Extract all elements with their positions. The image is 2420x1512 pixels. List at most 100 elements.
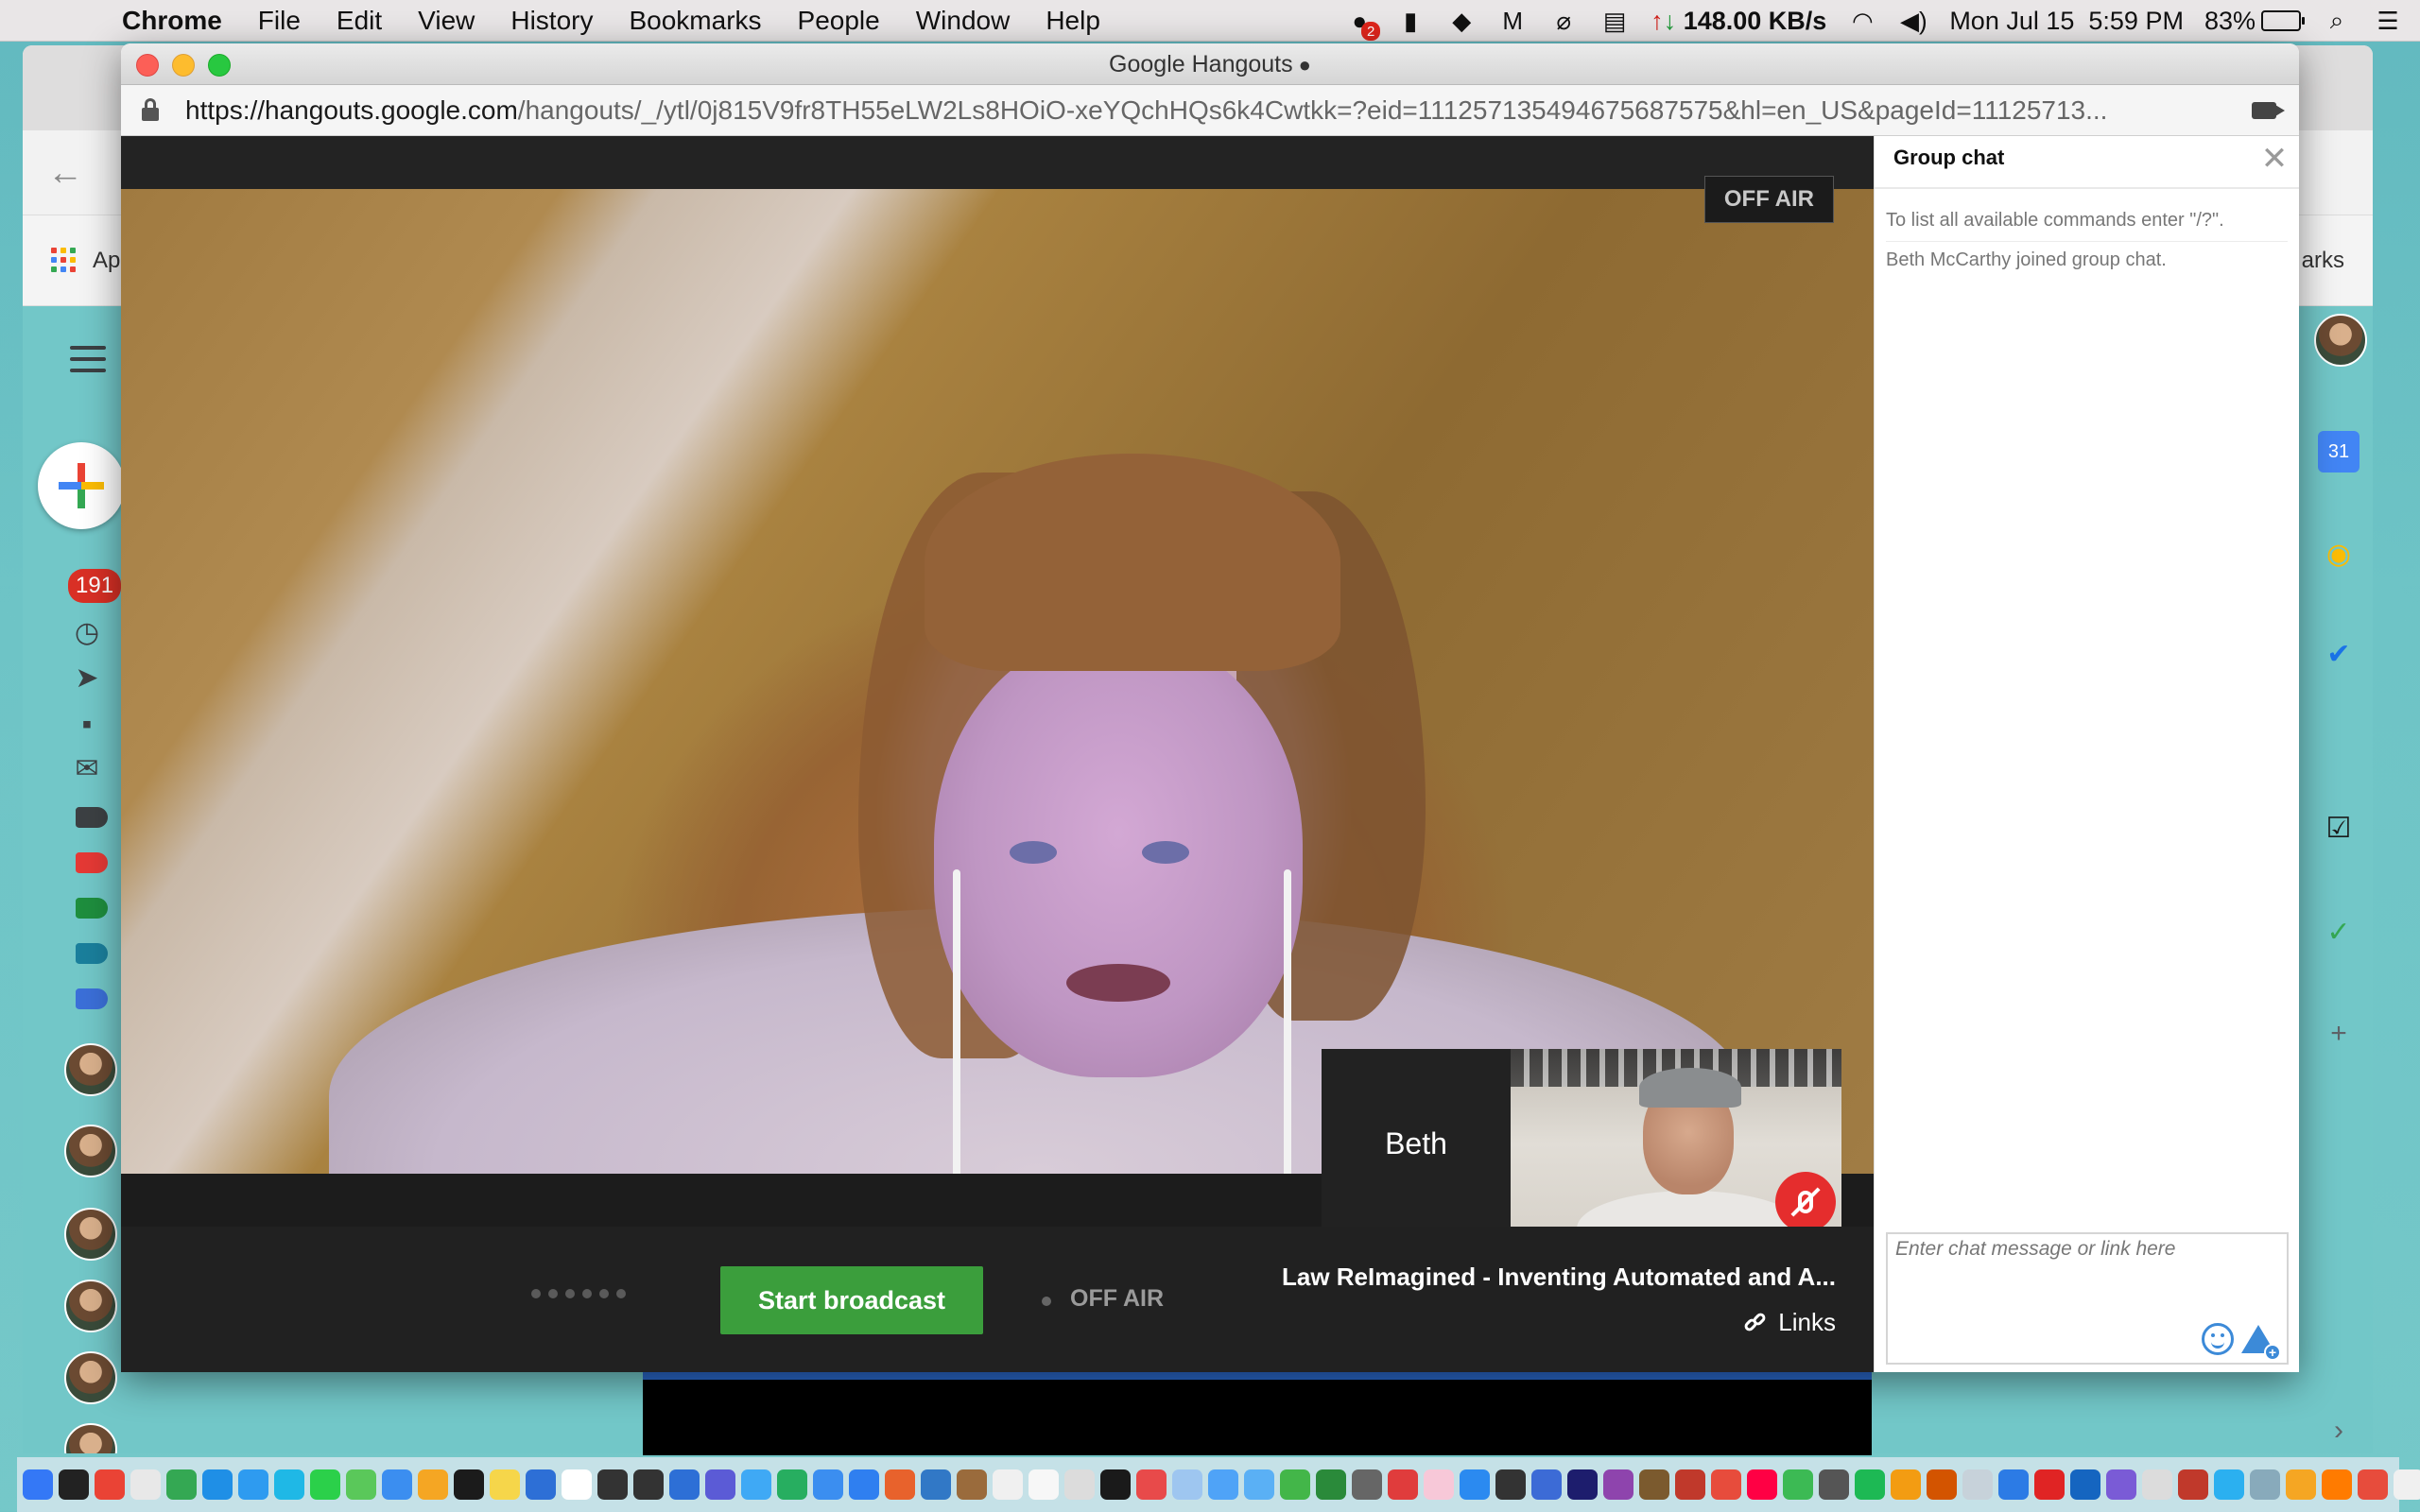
- dock-app-icon[interactable]: [526, 1469, 556, 1500]
- account-avatar[interactable]: [2314, 314, 2367, 367]
- emoji-icon[interactable]: [2202, 1323, 2234, 1355]
- dock-app-icon[interactable]: [849, 1469, 879, 1500]
- dock-app-icon[interactable]: [2214, 1469, 2244, 1500]
- dock-app-icon[interactable]: [1388, 1469, 1418, 1500]
- dock-app-icon[interactable]: [2070, 1469, 2100, 1500]
- links-button[interactable]: Links: [1742, 1308, 1836, 1337]
- dock-app-icon[interactable]: [705, 1469, 735, 1500]
- chevron-right-icon[interactable]: ›: [2318, 1410, 2360, 1452]
- menu-view[interactable]: View: [400, 6, 493, 36]
- dock-app-icon[interactable]: [993, 1469, 1023, 1500]
- contact-avatar[interactable]: [64, 1208, 117, 1261]
- dock-app-icon[interactable]: [2142, 1469, 2172, 1500]
- network-speed-monitor[interactable]: ↑↓ 148.00 KB/s: [1651, 7, 1826, 36]
- dock-app-icon[interactable]: [2394, 1469, 2420, 1500]
- dock-app-icon[interactable]: [1927, 1469, 1957, 1500]
- tasks-icon[interactable]: ✔: [2318, 633, 2360, 675]
- dock-app-icon[interactable]: [1998, 1469, 2029, 1500]
- clock[interactable]: Mon Jul 15 5:59 PM: [1949, 7, 2184, 36]
- dock-app-icon[interactable]: [310, 1469, 340, 1500]
- address-bar[interactable]: https://hangouts.google.com/hangouts/_/y…: [121, 85, 2299, 136]
- label-green-icon[interactable]: [76, 898, 108, 919]
- dock-app-icon[interactable]: [1819, 1469, 1849, 1500]
- dock-app-icon[interactable]: [238, 1469, 268, 1500]
- dropbox-icon[interactable]: ◆: [1446, 7, 1477, 35]
- dock-app-icon[interactable]: [885, 1469, 915, 1500]
- dock-app-icon[interactable]: [2034, 1469, 2065, 1500]
- notification-center-icon[interactable]: ☰: [2373, 7, 2403, 35]
- drafts-icon[interactable]: ▪: [70, 709, 104, 740]
- participant-filmstrip[interactable]: Beth: [1322, 1049, 1841, 1238]
- dock-app-icon[interactable]: [166, 1469, 197, 1500]
- menu-help[interactable]: Help: [1028, 6, 1118, 36]
- google-drive-attach-icon[interactable]: +: [2241, 1325, 2281, 1361]
- dock-app-icon[interactable]: [418, 1469, 448, 1500]
- dock-app-icon[interactable]: [2286, 1469, 2316, 1500]
- url-text[interactable]: https://hangouts.google.com/hangouts/_/y…: [185, 85, 2170, 135]
- camera-icon[interactable]: [2252, 102, 2285, 119]
- dock-app-icon[interactable]: [59, 1469, 89, 1500]
- dock-app-icon[interactable]: [2358, 1469, 2388, 1500]
- dock-app-icon[interactable]: [1172, 1469, 1202, 1500]
- close-window-button[interactable]: [136, 54, 159, 77]
- hamburger-menu-icon[interactable]: [70, 346, 106, 372]
- compose-button[interactable]: [38, 442, 125, 529]
- menu-history[interactable]: History: [493, 6, 611, 36]
- apps-bookmark-label[interactable]: Ap: [93, 248, 120, 274]
- snoozed-clock-icon[interactable]: ◷: [70, 617, 104, 648]
- dock-app-icon[interactable]: [1280, 1469, 1310, 1500]
- dock-app-icon[interactable]: [597, 1469, 628, 1500]
- other-bookmarks-label[interactable]: arks: [2302, 248, 2344, 274]
- dock-app-icon[interactable]: [741, 1469, 771, 1500]
- dock-app-icon[interactable]: [1962, 1469, 1993, 1500]
- dock-app-icon[interactable]: [274, 1469, 304, 1500]
- label-blue-icon[interactable]: [76, 988, 108, 1009]
- dock-app-icon[interactable]: [382, 1469, 412, 1500]
- dock-app-icon[interactable]: [202, 1469, 233, 1500]
- label-icon[interactable]: [76, 807, 108, 828]
- dock-app-icon[interactable]: [2178, 1469, 2208, 1500]
- label-red-icon[interactable]: [76, 852, 108, 873]
- dock-app-icon[interactable]: [777, 1469, 807, 1500]
- contact-avatar[interactable]: [64, 1351, 117, 1404]
- dock-app-icon[interactable]: [813, 1469, 843, 1500]
- sent-icon[interactable]: ➤: [70, 662, 104, 694]
- contact-avatar[interactable]: [64, 1423, 117, 1453]
- menu-file[interactable]: File: [240, 6, 319, 36]
- maximize-window-button[interactable]: [208, 54, 231, 77]
- dock-app-icon[interactable]: [2250, 1469, 2280, 1500]
- bookmark-icon[interactable]: ▮: [1395, 7, 1426, 35]
- menu-app-name[interactable]: Chrome: [104, 6, 240, 36]
- minimize-window-button[interactable]: [172, 54, 195, 77]
- checkbox-addon-icon[interactable]: ☑: [2318, 807, 2360, 849]
- dock-app-icon[interactable]: [957, 1469, 987, 1500]
- self-video-thumbnail[interactable]: [1511, 1049, 1841, 1238]
- apps-grid-icon[interactable]: [51, 248, 76, 272]
- dock-app-icon[interactable]: [1424, 1469, 1454, 1500]
- dock-app-icon[interactable]: [1531, 1469, 1562, 1500]
- dock-app-icon[interactable]: [130, 1469, 161, 1500]
- start-broadcast-button[interactable]: Start broadcast: [720, 1266, 983, 1334]
- dock-app-icon[interactable]: [1567, 1469, 1598, 1500]
- dock-app-icon[interactable]: [562, 1469, 592, 1500]
- menu-edit[interactable]: Edit: [319, 6, 400, 36]
- menu-bookmarks[interactable]: Bookmarks: [611, 6, 779, 36]
- dock-app-icon[interactable]: [490, 1469, 520, 1500]
- dock-app-icon[interactable]: [633, 1469, 664, 1500]
- dock-app-icon[interactable]: [1747, 1469, 1777, 1500]
- wifi-icon[interactable]: ◠: [1847, 7, 1877, 35]
- dock-app-icon[interactable]: [921, 1469, 951, 1500]
- battery-indicator[interactable]: 83%: [2204, 7, 2305, 36]
- back-arrow-icon[interactable]: ←: [47, 153, 83, 194]
- close-chat-icon[interactable]: ✕: [2259, 143, 2290, 175]
- get-addons-plus-icon[interactable]: +: [2318, 1013, 2360, 1055]
- dock-app-icon[interactable]: [454, 1469, 484, 1500]
- dock-app-icon[interactable]: [1891, 1469, 1921, 1500]
- dock-app-icon[interactable]: [1783, 1469, 1813, 1500]
- dock-app-icon[interactable]: [1352, 1469, 1382, 1500]
- checkmark-addon-icon[interactable]: ✓: [2318, 911, 2360, 953]
- keep-icon[interactable]: ◉: [2318, 533, 2360, 575]
- dock-app-icon[interactable]: [1495, 1469, 1526, 1500]
- inbox-icon[interactable]: ▤: [1599, 7, 1630, 35]
- dock-app-icon[interactable]: [1208, 1469, 1238, 1500]
